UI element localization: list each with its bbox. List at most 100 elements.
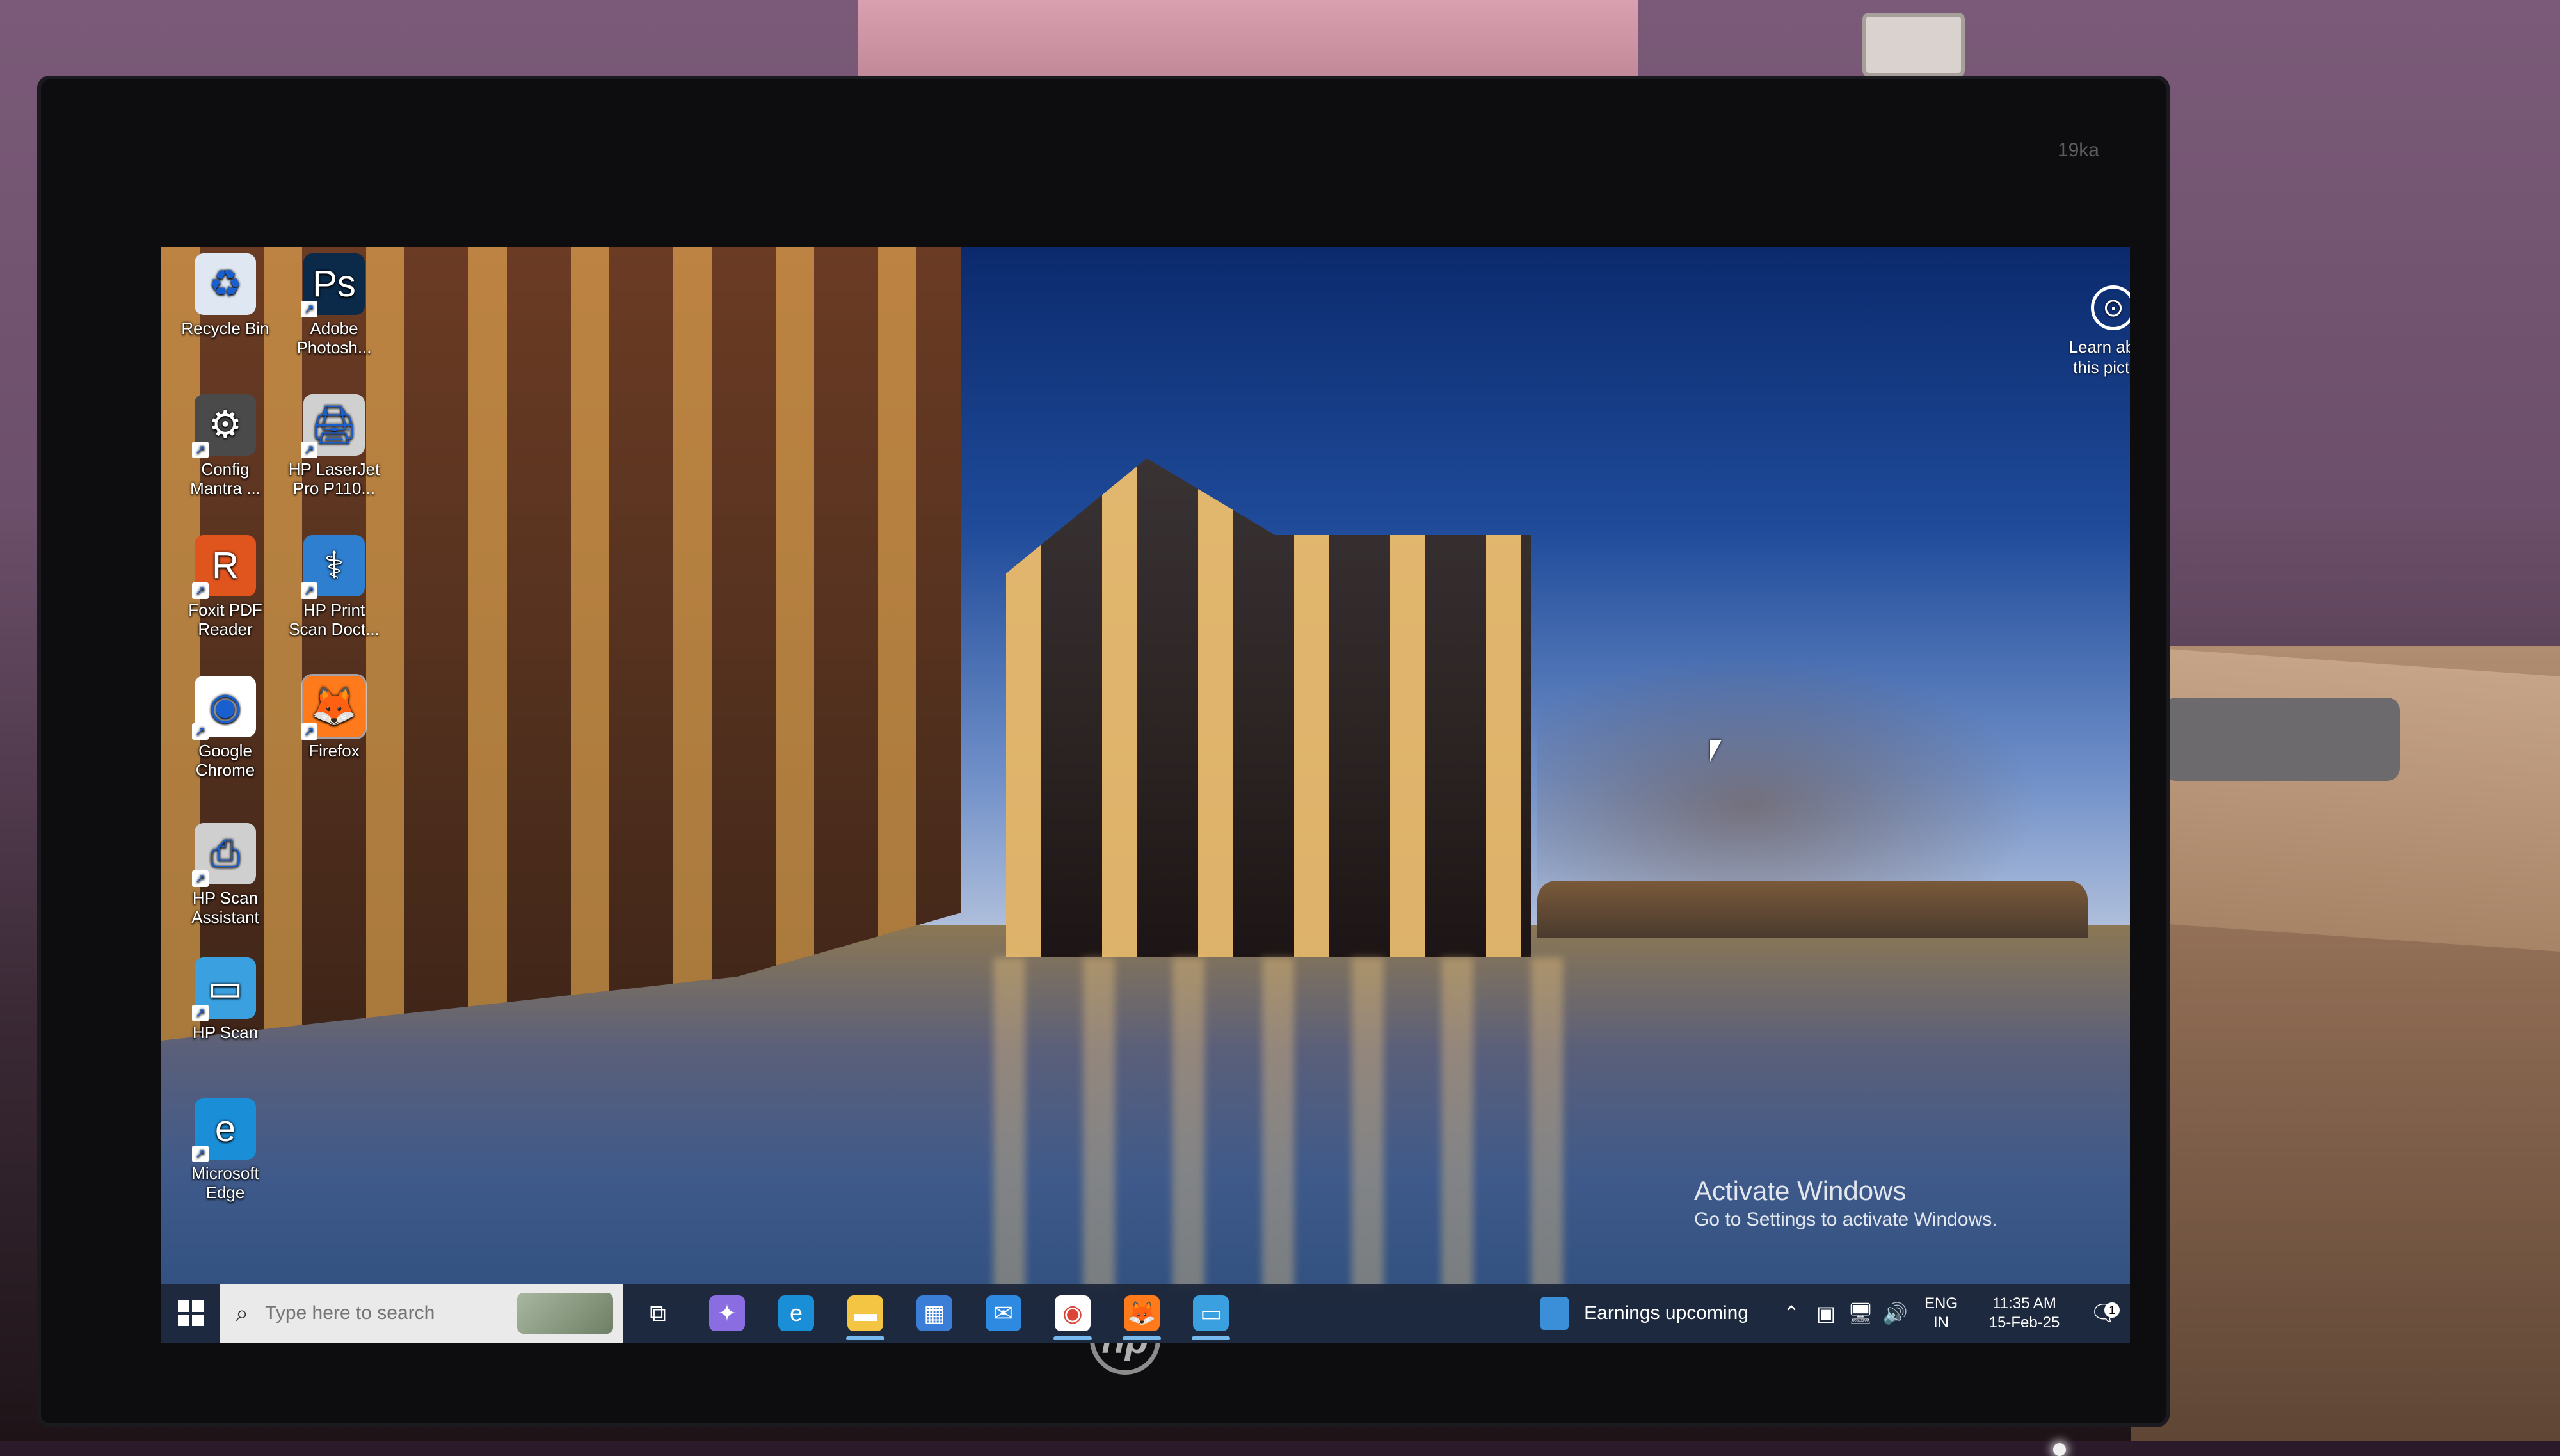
desktop-icon-label: Foxit PDF Reader	[188, 600, 262, 639]
shortcut-arrow-icon: ↗	[301, 301, 317, 317]
desktop-icon-label: HP Print Scan Doct...	[289, 600, 380, 639]
search-icon: ⌕	[236, 1299, 249, 1326]
desktop-icon-label: HP LaserJet Pro P110...	[288, 460, 380, 498]
taskbar-copilot-button[interactable]: ✦	[692, 1284, 762, 1343]
windows-logo-icon	[178, 1300, 204, 1326]
taskbar-file-explorer-button[interactable]: ▬	[831, 1284, 900, 1343]
task-view-icon: ⧉	[650, 1299, 666, 1326]
clock-time: 11:35 AM	[1992, 1295, 2056, 1312]
taskbar-search[interactable]: ⌕	[220, 1284, 623, 1343]
wallpaper-trees	[1537, 644, 2062, 913]
taskbar-firefox-button[interactable]: 🦊	[1107, 1284, 1176, 1343]
desktop-screen[interactable]: ♻ Recycle Bin Ps ↗ Adobe Photosh... ⚙ ↗ Config …	[161, 247, 2130, 1343]
store-icon: ▦	[916, 1295, 952, 1331]
camera-circle-icon: ⊙	[2091, 285, 2130, 330]
activate-windows-title: Activate Windows	[1694, 1176, 1907, 1206]
desktop-icon[interactable]: Ps ↗ Adobe Photosh...	[283, 253, 385, 357]
activate-windows-subtitle: Go to Settings to activate Windows.	[1694, 1209, 1997, 1230]
shortcut-arrow-icon: ↗	[301, 582, 317, 599]
edge-icon: e	[778, 1295, 814, 1331]
desktop-icon-label: Recycle Bin	[181, 319, 269, 338]
taskbar-chrome-button[interactable]: ◉	[1038, 1284, 1107, 1343]
shortcut-arrow-icon: ↗	[192, 870, 209, 887]
copilot-icon: ✦	[709, 1295, 745, 1331]
edge-icon: e ↗	[192, 1098, 256, 1162]
foxit-reader-icon: R ↗	[192, 535, 256, 599]
notification-center-button[interactable]: 🗨 1	[2079, 1300, 2130, 1327]
config-mantra-icon: ⚙ ↗	[192, 394, 256, 458]
desktop-icon[interactable]: e ↗ Microsoft Edge	[174, 1098, 276, 1202]
taskbar-mail-button[interactable]: ✉	[969, 1284, 1038, 1343]
search-highlight-image	[517, 1293, 613, 1334]
desktop-icon[interactable]: ▭ ↗ HP Scan	[174, 957, 276, 1042]
language-indicator[interactable]: ENG IN	[1912, 1294, 1970, 1332]
hp-scan-icon: ▭	[1193, 1295, 1229, 1331]
language-region: IN	[1933, 1314, 1949, 1331]
wallpaper-buildings-left	[161, 247, 961, 1041]
taskbar-app-list: ⧉ ✦ e ▬ ▦ ✉ ◉ 🦊 ▭	[623, 1284, 1245, 1343]
learn-about-picture-label: Learn about this picture	[2068, 337, 2130, 377]
wallpaper-reflection	[993, 957, 1569, 1290]
taskbar-edge-button[interactable]: e	[762, 1284, 831, 1343]
shortcut-arrow-icon: ↗	[301, 723, 317, 740]
desktop-icon[interactable]: ♻ Recycle Bin	[174, 253, 276, 338]
shortcut-arrow-icon: ↗	[192, 723, 209, 740]
shortcut-arrow-icon: ↗	[301, 442, 317, 458]
shortcut-arrow-icon: ↗	[192, 582, 209, 599]
shortcut-arrow-icon: ↗	[192, 1146, 209, 1162]
folder-icon: ▬	[847, 1295, 883, 1331]
box-handle	[2163, 698, 2400, 781]
shortcut-arrow-icon: ↗	[192, 442, 209, 458]
desktop-icon-label: Microsoft Edge	[191, 1164, 259, 1202]
wallpaper-bridge	[1537, 881, 2088, 938]
desktop-icon-label: Firefox	[308, 741, 360, 760]
monitor-model-label: 19ka	[2057, 140, 2099, 161]
firefox-icon: 🦊 ↗	[301, 674, 367, 740]
desktop-icon-label: HP Scan	[192, 1023, 259, 1042]
notification-badge: 1	[2104, 1302, 2120, 1318]
wall-socket	[1862, 13, 1965, 77]
power-led	[2053, 1443, 2066, 1456]
news-widget-label: Earnings upcoming	[1584, 1302, 1748, 1324]
hp-scan-icon: ▭ ↗	[192, 957, 256, 1021]
meet-camera-icon[interactable]: ▣	[1809, 1301, 1843, 1325]
news-chart-icon	[1540, 1297, 1569, 1330]
desktop-icon[interactable]: ◉ ↗ Google Chrome	[174, 676, 276, 780]
chrome-icon: ◉ ↗	[192, 676, 256, 740]
desktop-icon-label: HP Scan Assistant	[191, 888, 259, 927]
desktop-icon[interactable]: 🖨 ↗ HP LaserJet Pro P110...	[283, 394, 385, 498]
search-input[interactable]	[264, 1302, 536, 1325]
language-code: ENG	[1924, 1295, 1958, 1312]
network-icon[interactable]: 🖥	[1843, 1301, 1878, 1325]
photoshop-icon: Ps ↗	[301, 253, 365, 317]
scanner-icon: ⎙ ↗	[192, 823, 256, 887]
start-button[interactable]	[161, 1284, 220, 1343]
taskbar-microsoft-store-button[interactable]: ▦	[900, 1284, 969, 1343]
desktop-icon-label: Adobe Photosh...	[296, 319, 372, 357]
desktop-icon[interactable]: ⚙ ↗ Config Mantra ...	[174, 394, 276, 498]
desktop-icon[interactable]: ⚕ ↗ HP Print Scan Doct...	[283, 535, 385, 639]
chrome-icon: ◉	[1055, 1295, 1091, 1331]
shortcut-arrow-icon: ↗	[192, 1005, 209, 1021]
taskbar-hp-scan-button[interactable]: ▭	[1176, 1284, 1245, 1343]
cardboard-box-top	[2131, 646, 2560, 952]
clock[interactable]: 11:35 AM 15-Feb-25	[1970, 1294, 2079, 1332]
firefox-icon: 🦊	[1124, 1295, 1160, 1331]
desktop-icon[interactable]: R ↗ Foxit PDF Reader	[174, 535, 276, 639]
news-widget[interactable]: Earnings upcoming	[1540, 1297, 1748, 1330]
desktop-icon[interactable]: ⎙ ↗ HP Scan Assistant	[174, 823, 276, 927]
recycle-bin-icon: ♻	[195, 253, 256, 315]
printer-icon: 🖨 ↗	[301, 394, 365, 458]
chevron-up-icon[interactable]: ⌃	[1774, 1301, 1809, 1325]
monitor: 19ka hp ♻Recycle BinPs↗Adobe Photosh...⚙…	[37, 76, 2170, 1456]
desktop-icon-label: Config Mantra ...	[190, 460, 260, 498]
hp-print-scan-doctor-icon: ⚕ ↗	[301, 535, 365, 599]
taskbar-task-view-button[interactable]: ⧉	[623, 1284, 692, 1343]
desktop-icon-label: Google Chrome	[195, 741, 255, 780]
mouse-pointer-icon	[1710, 740, 1722, 762]
volume-icon[interactable]: 🔊	[1878, 1301, 1912, 1325]
learn-about-picture[interactable]: ⊙ Learn about this picture	[2056, 285, 2130, 378]
taskbar: ⌕ ⧉ ✦ e ▬ ▦ ✉ ◉ 🦊 ▭ Earnings upcoming ⌃ ▣ 🖥 🔊 EN…	[161, 1284, 2130, 1343]
system-tray: ⌃ ▣ 🖥 🔊 ENG IN 11:35 AM 15-Feb-25 🗨 1	[1774, 1294, 2130, 1332]
desktop-icon[interactable]: 🦊 ↗ Firefox	[283, 674, 385, 760]
